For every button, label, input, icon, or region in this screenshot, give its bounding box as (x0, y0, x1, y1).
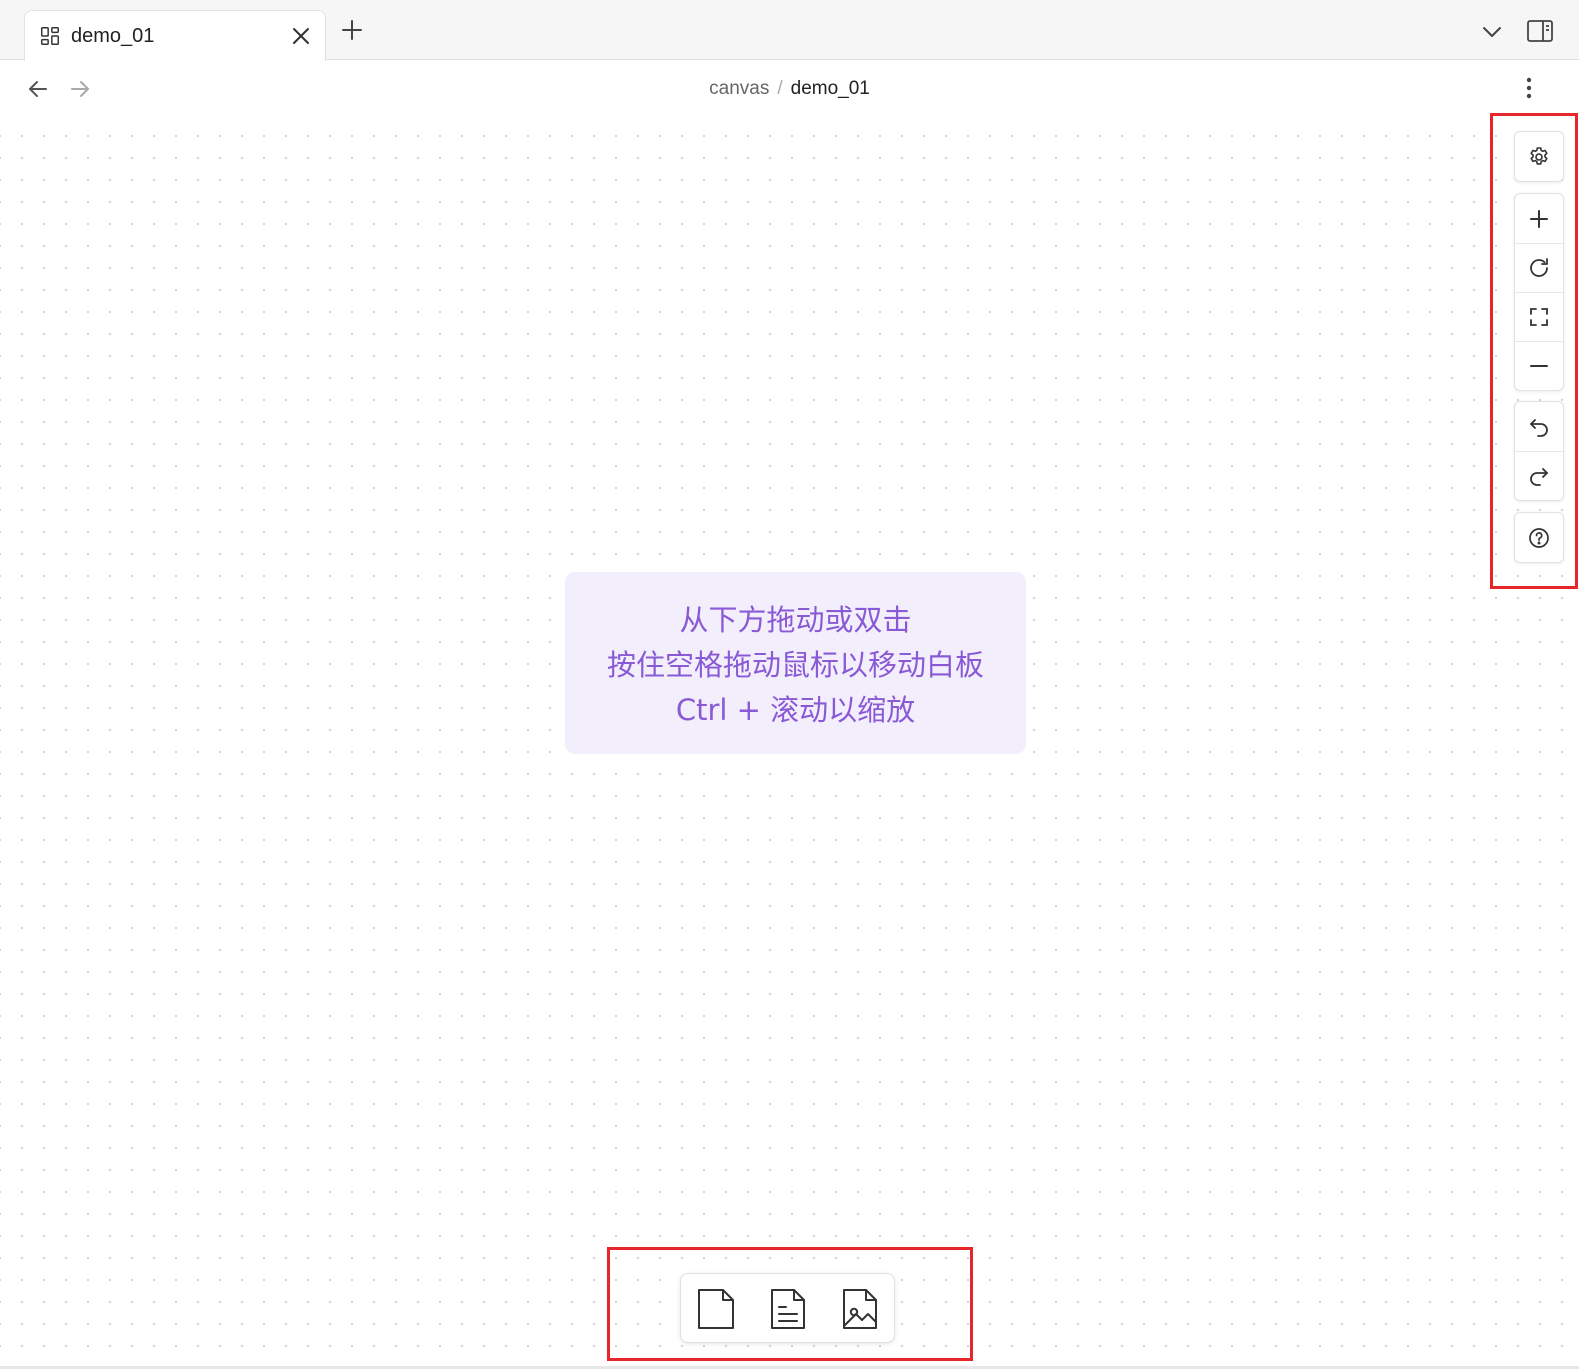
undo-icon (1530, 418, 1548, 437)
layout-dashboard-icon (41, 27, 59, 45)
hint-line-pan: 按住空格拖动鼠标以移动白板 (606, 648, 984, 682)
canvas-board[interactable]: 从下方拖动或双击 按住空格拖动鼠标以移动白板 Ctrl + 滚动以缩放 (0, 117, 1579, 1369)
zoom-out-button[interactable] (1515, 341, 1563, 390)
close-icon[interactable] (289, 24, 313, 48)
card-creation-toolbar (680, 1273, 895, 1343)
chevron-down-icon[interactable] (1480, 20, 1504, 44)
help-icon (1529, 527, 1549, 548)
empty-card-icon (698, 1289, 734, 1329)
breadcrumb-current[interactable]: demo_01 (791, 78, 870, 99)
zoom-to-fit-button[interactable] (1515, 292, 1563, 341)
add-media-card-button[interactable] (835, 1284, 885, 1334)
help-button[interactable] (1515, 513, 1563, 562)
tab-bar: demo_01 (0, 0, 1579, 61)
undo-button[interactable] (1515, 402, 1563, 451)
plus-icon[interactable] (340, 18, 364, 42)
reset-zoom-icon (1530, 258, 1548, 277)
settings-button[interactable] (1515, 132, 1563, 181)
redo-button[interactable] (1515, 451, 1563, 500)
zoom-controls (1514, 193, 1564, 391)
reset-zoom-button[interactable] (1515, 243, 1563, 292)
zoom-in-icon (1530, 209, 1548, 228)
tab-title: demo_01 (71, 25, 155, 47)
add-note-card-button[interactable] (763, 1284, 813, 1334)
history-controls (1514, 401, 1564, 501)
settings-group (1514, 131, 1564, 182)
more-vertical-icon[interactable] (1524, 75, 1534, 101)
redo-icon (1530, 468, 1548, 486)
breadcrumb-separator: / (777, 78, 783, 99)
add-empty-card-button[interactable] (691, 1284, 741, 1334)
media-card-icon (843, 1289, 877, 1329)
tab-demo-01[interactable]: demo_01 (24, 10, 326, 61)
sidebar-right-icon[interactable] (1526, 17, 1554, 45)
zoom-out-icon (1530, 365, 1548, 367)
canvas-hint-card: 从下方拖动或双击 按住空格拖动鼠标以移动白板 Ctrl + 滚动以缩放 (565, 572, 1026, 754)
breadcrumb: canvas / demo_01 (0, 77, 1579, 101)
breadcrumb-parent[interactable]: canvas (709, 78, 769, 99)
note-card-icon (771, 1289, 805, 1329)
zoom-in-button[interactable] (1515, 194, 1563, 243)
hint-line-zoom: Ctrl + 滚动以缩放 (675, 693, 916, 727)
hint-line-drag: 从下方拖动或双击 (679, 603, 912, 637)
zoom-to-fit-icon (1530, 308, 1548, 326)
help-group (1514, 512, 1564, 563)
settings-icon (1530, 146, 1548, 165)
view-header: canvas / demo_01 (0, 61, 1579, 117)
